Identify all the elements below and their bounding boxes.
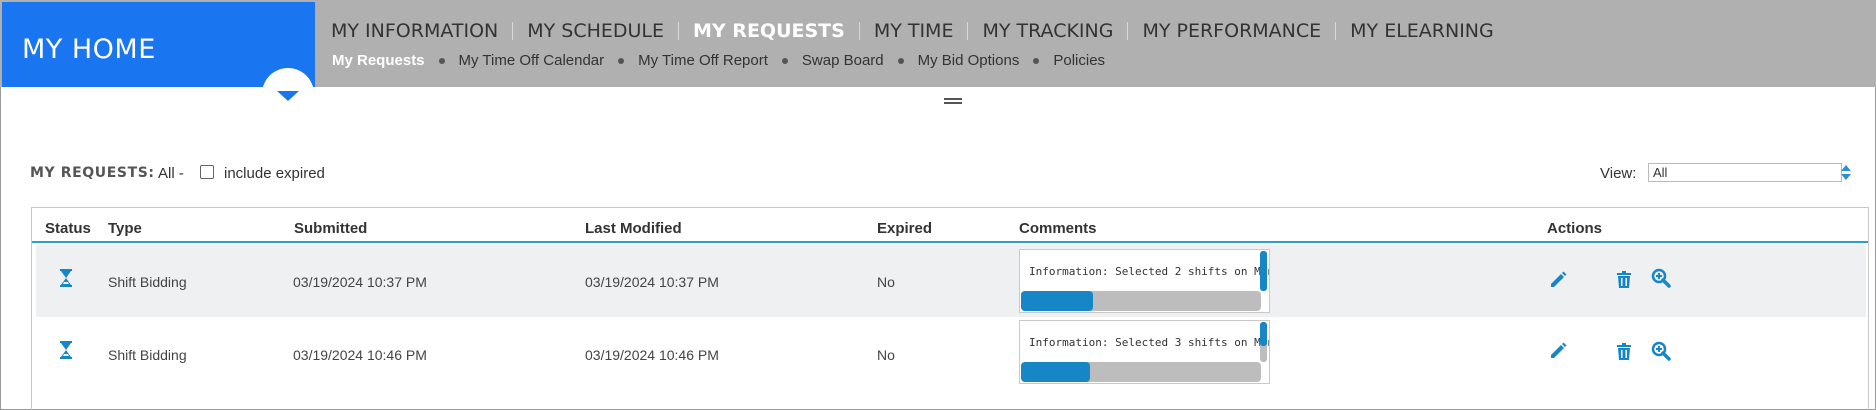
row-type: Shift Bidding (108, 274, 187, 290)
main-nav: MY INFORMATION MY SCHEDULE MY REQUESTS M… (317, 20, 1508, 42)
table-row[interactable]: Shift Bidding 03/19/2024 10:37 PM 03/19/… (36, 245, 1866, 317)
comment-text: Information: Selected 2 shifts on Monday (1029, 265, 1270, 278)
nav-my-elearning[interactable]: MY ELEARNING (1336, 20, 1508, 42)
row-submitted: 03/19/2024 10:46 PM (293, 347, 427, 363)
collapse-handle-icon[interactable] (944, 98, 962, 104)
col-expired[interactable]: Expired (877, 220, 932, 237)
top-header: MY HOME MY INFORMATION MY SCHEDULE MY RE… (0, 0, 1876, 120)
edit-pencil-icon[interactable] (1548, 341, 1568, 361)
nav-my-time[interactable]: MY TIME (860, 20, 968, 42)
horizontal-scrollbar[interactable] (1021, 291, 1261, 311)
delete-trash-icon[interactable] (1614, 270, 1634, 290)
row-submitted: 03/19/2024 10:37 PM (293, 274, 427, 290)
zoom-in-icon[interactable] (1651, 268, 1671, 288)
delete-trash-icon[interactable] (1614, 342, 1634, 362)
zoom-in-icon[interactable] (1651, 341, 1671, 361)
col-type[interactable]: Type (108, 220, 142, 237)
table-header: Status Type Submitted Last Modified Expi… (32, 208, 1868, 243)
hourglass-icon (60, 341, 72, 359)
subnav-bullet (781, 57, 788, 64)
vertical-scrollbar[interactable] (1260, 322, 1267, 362)
include-expired-checkbox[interactable] (200, 165, 214, 179)
col-last-modified[interactable]: Last Modified (585, 220, 682, 237)
row-last-modified: 03/19/2024 10:37 PM (585, 274, 719, 290)
spinner-arrows-icon[interactable] (1841, 164, 1851, 182)
include-expired-label[interactable]: include expired (224, 165, 325, 182)
subnav-bullet (897, 57, 904, 64)
nav-my-requests[interactable]: MY REQUESTS (679, 20, 859, 42)
arrow-down-icon (1841, 174, 1851, 180)
hourglass-icon (60, 269, 72, 287)
requests-label: MY REQUESTS: (30, 165, 155, 181)
comment-text: Information: Selected 3 shifts on Monday (1029, 336, 1270, 349)
comment-box[interactable]: Information: Selected 2 shifts on Monday (1019, 249, 1270, 313)
my-home-tab[interactable]: MY HOME (2, 2, 315, 87)
requests-table: Status Type Submitted Last Modified Expi… (31, 207, 1869, 410)
arrow-up-icon (1841, 165, 1851, 171)
nav-my-performance[interactable]: MY PERFORMANCE (1128, 20, 1335, 42)
horizontal-scrollbar[interactable] (1021, 362, 1261, 382)
scrollbar-thumb[interactable] (1021, 362, 1090, 382)
nav-my-schedule[interactable]: MY SCHEDULE (513, 20, 678, 42)
col-status[interactable]: Status (45, 220, 91, 237)
scrollbar-thumb[interactable] (1021, 291, 1093, 311)
edit-pencil-icon[interactable] (1548, 270, 1568, 290)
vertical-scrollbar[interactable] (1260, 251, 1267, 291)
subnav-bullet (618, 57, 625, 64)
requests-scope: All - (158, 165, 184, 182)
col-comments[interactable]: Comments (1019, 220, 1097, 237)
subnav-my-requests[interactable]: My Requests (332, 52, 425, 69)
view-label: View: (1600, 165, 1637, 182)
scrollbar-thumb[interactable] (1260, 251, 1267, 291)
view-select[interactable]: All (1648, 163, 1842, 182)
subnav-my-time-off-calendar[interactable]: My Time Off Calendar (459, 52, 605, 69)
col-actions: Actions (1547, 220, 1603, 237)
home-title: MY HOME (22, 34, 156, 65)
subnav-swap-board[interactable]: Swap Board (802, 52, 884, 69)
row-type: Shift Bidding (108, 347, 187, 363)
caret-down-icon (277, 91, 299, 101)
row-expired: No (877, 347, 895, 363)
table-row[interactable]: Shift Bidding 03/19/2024 10:46 PM 03/19/… (36, 317, 1866, 389)
col-submitted[interactable]: Submitted (294, 220, 367, 237)
scrollbar-thumb[interactable] (1260, 322, 1267, 346)
nav-my-information[interactable]: MY INFORMATION (317, 20, 512, 42)
comment-box[interactable]: Information: Selected 3 shifts on Monday (1019, 320, 1270, 384)
subnav-bullet (438, 57, 445, 64)
subnav-my-bid-options[interactable]: My Bid Options (918, 52, 1020, 69)
subnav-policies[interactable]: Policies (1053, 52, 1105, 69)
nav-my-tracking[interactable]: MY TRACKING (968, 20, 1127, 42)
row-last-modified: 03/19/2024 10:46 PM (585, 347, 719, 363)
subnav-my-time-off-report[interactable]: My Time Off Report (638, 52, 768, 69)
row-expired: No (877, 274, 895, 290)
subnav-bullet (1033, 57, 1040, 64)
sub-nav: My Requests My Time Off Calendar My Time… (332, 52, 1105, 69)
